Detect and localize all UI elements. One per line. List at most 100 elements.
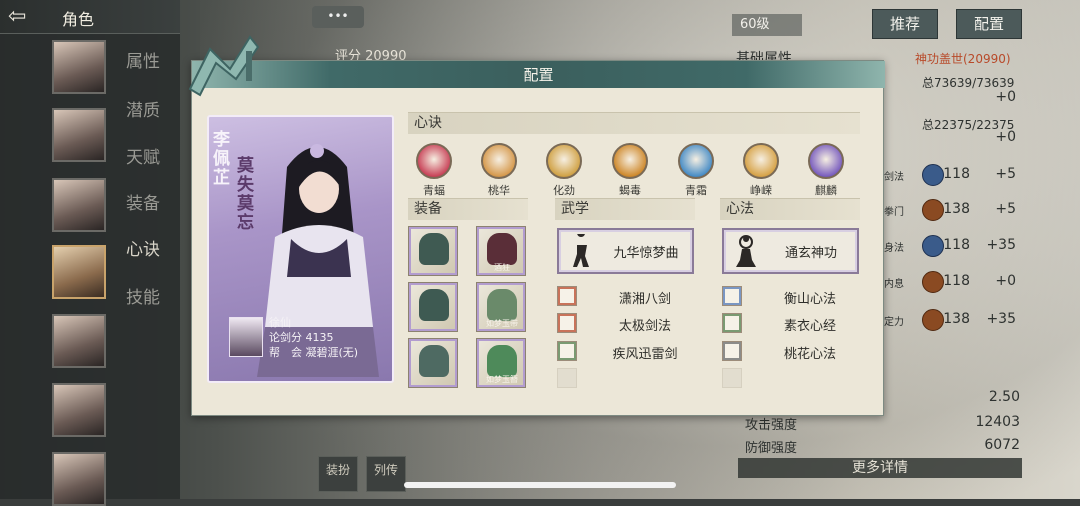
defense-value: 6072	[984, 437, 1020, 453]
equipment-label: 如梦玉簪	[486, 375, 518, 384]
skill-name: 衡山心法	[783, 292, 836, 307]
character-portrait[interactable]	[52, 452, 106, 506]
sidebar-item-equipment[interactable]: 装备	[126, 189, 160, 214]
home-indicator[interactable]	[404, 482, 676, 488]
martial-figure-icon	[573, 234, 589, 267]
character-portrait[interactable]	[52, 383, 106, 437]
character-portrait-selected[interactable]	[52, 245, 106, 299]
defense-label: 防御强度	[745, 441, 798, 456]
chat-bubble[interactable]: •••	[312, 6, 364, 28]
stat-delta: +0	[995, 273, 1016, 289]
player-sect: 徐仙	[269, 316, 291, 329]
hp-delta: +0	[995, 89, 1016, 105]
character-portrait[interactable]	[52, 40, 106, 94]
xinjue-label: 峥嵘	[750, 184, 772, 197]
character-portrait[interactable]	[52, 314, 106, 368]
stat-value: 118	[943, 237, 970, 253]
skill-icon	[722, 341, 742, 361]
equipment-slot[interactable]: 如梦玉簪	[476, 338, 526, 388]
equipment-slot[interactable]: 如梦玉带	[476, 282, 526, 332]
stat-value: 138	[943, 311, 970, 327]
rank-label: 论剑分	[269, 331, 302, 344]
skill-row[interactable]	[557, 368, 697, 390]
equipment-slot[interactable]	[408, 338, 458, 388]
skill-row[interactable]: 潇湘八剑	[557, 286, 697, 308]
swirl-icon[interactable]	[546, 143, 582, 179]
sidebar-item-skills[interactable]: 技能	[126, 283, 160, 308]
wuxue-main-slot[interactable]: 九华惊梦曲	[557, 228, 694, 274]
character-portrait[interactable]	[52, 178, 106, 232]
crit-value: 2.50	[988, 389, 1020, 405]
skill-icon	[722, 368, 742, 388]
equipment-slot[interactable]: 酒狂	[476, 226, 526, 276]
xinfa-main-name: 通玄神功	[784, 246, 837, 261]
xinjue-label: 蝎毒	[619, 184, 641, 197]
config-button[interactable]: 配置	[956, 9, 1022, 39]
page-title: 角色	[62, 10, 95, 29]
skill-name: 桃花心法	[783, 347, 836, 362]
blossom-icon[interactable]	[481, 143, 517, 179]
hood-icon	[419, 233, 449, 265]
rank-value: 4135	[305, 331, 334, 344]
sidebar-item-xinjue[interactable]: 心诀	[126, 235, 160, 260]
hairpin-icon	[487, 345, 517, 377]
character-portrait[interactable]	[52, 108, 106, 162]
skill-row[interactable]: 太极剑法	[557, 313, 697, 335]
snowflake-icon[interactable]	[678, 143, 714, 179]
stat-delta: +5	[995, 201, 1016, 217]
more-details-button[interactable]: 更多详情	[738, 458, 1022, 478]
recommend-button[interactable]: 推荐	[872, 9, 938, 39]
sidebar-item-potential[interactable]: 潜质	[126, 96, 160, 121]
bat-icon[interactable]	[416, 143, 452, 179]
skill-icon	[557, 341, 577, 361]
section-xinjue: 心诀	[408, 112, 860, 134]
guild-row: 帮 会 凝碧涯(无)	[269, 345, 358, 360]
xinjue-label: 青霜	[685, 184, 707, 197]
xinjue-label: 桃华	[488, 184, 510, 197]
scorpion-icon[interactable]	[612, 143, 648, 179]
skill-name: 太极剑法	[618, 319, 671, 334]
attack-value: 12403	[975, 414, 1020, 430]
skill-name: 疾风迅雷剑	[612, 347, 678, 362]
wuxue-main-name: 九华惊梦曲	[613, 246, 679, 261]
skill-icon	[722, 286, 742, 306]
guild-value: 凝碧涯(无)	[305, 346, 359, 359]
attack-label: 攻击强度	[745, 418, 798, 433]
skill-name: 素衣心经	[783, 319, 836, 334]
equipment-slot[interactable]	[408, 226, 458, 276]
skill-row[interactable]: 疾风迅雷剑	[557, 341, 697, 363]
qilin-icon[interactable]	[808, 143, 844, 179]
skill-icon	[557, 368, 577, 388]
xinjue-label: 化劲	[553, 184, 575, 197]
qin-icon	[487, 233, 517, 265]
rank-row: 论剑分 4135	[269, 330, 358, 345]
meditation-figure-icon	[736, 235, 756, 267]
stat-label: 内息	[884, 279, 904, 290]
stat-value: 118	[943, 273, 970, 289]
sidebar-item-talent[interactable]: 天赋	[126, 143, 160, 168]
sidebar-item-attributes[interactable]: 属性	[126, 47, 160, 72]
equipment-slot[interactable]	[408, 282, 458, 332]
stat-label: 剑法	[884, 172, 904, 183]
skill-row[interactable]: 桃花心法	[722, 341, 862, 363]
peak-icon[interactable]	[743, 143, 779, 179]
section-wuxue: 武学	[555, 198, 695, 220]
skill-row[interactable]	[722, 368, 862, 390]
section-xinfa: 心法	[720, 198, 860, 220]
config-modal: 配置 李佩芷 莫失莫忘 徐仙 论剑分 4135 帮 会 凝碧涯(无) 心诀 青蝠…	[188, 35, 885, 416]
player-info: 徐仙 论剑分 4135 帮 会 凝碧涯(无)	[269, 315, 358, 360]
stat-label: 定力	[884, 317, 904, 328]
skill-row[interactable]: 衡山心法	[722, 286, 862, 308]
bottom-tab-biography[interactable]: 列传	[366, 456, 406, 492]
stat-value: 118	[943, 166, 970, 182]
equipment-label: 如梦玉带	[486, 319, 518, 328]
mp-delta: +0	[995, 129, 1016, 145]
skill-row[interactable]: 素衣心经	[722, 313, 862, 335]
boots-icon	[419, 345, 449, 377]
bottom-tab-outfit[interactable]: 装扮	[318, 456, 358, 492]
stat-delta: +35	[986, 237, 1016, 253]
xinfa-main-slot[interactable]: 通玄神功	[722, 228, 859, 274]
arrow-left-icon[interactable]: ⇦	[8, 4, 48, 30]
level-badge: 60级	[732, 14, 802, 36]
ribbon-decoration-icon	[188, 35, 260, 97]
